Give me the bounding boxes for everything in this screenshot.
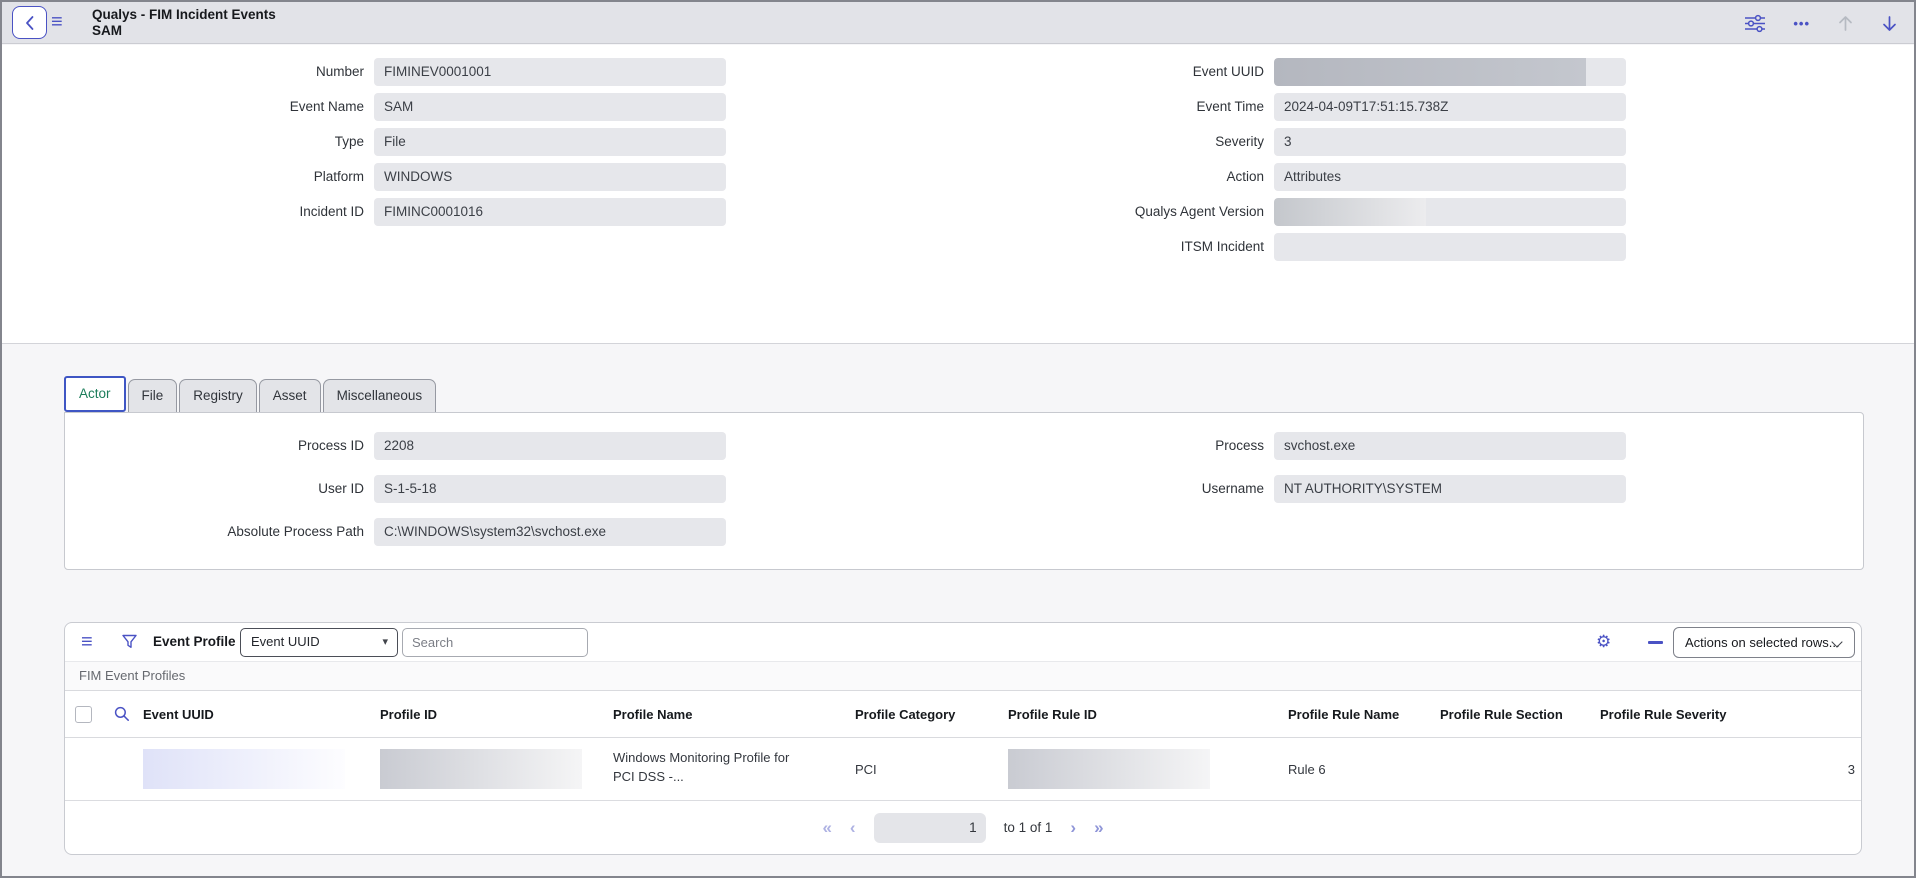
section-divider: [2, 343, 1914, 344]
field-label-event-time: Event Time: [1014, 93, 1264, 121]
list-caption: FIM Event Profiles: [65, 661, 1861, 691]
form-row-process: Process svchost.exe: [2, 432, 1914, 460]
field-label-action: Action: [1014, 163, 1264, 191]
field-value-severity[interactable]: 3: [1274, 128, 1626, 156]
list-toolbar: ≡ Event Profile Event UUID ▾ ⚙ Actions o…: [65, 623, 1861, 661]
tab-bar: Actor File Registry Asset Miscellaneous: [64, 376, 436, 412]
chevron-left-icon: [23, 14, 37, 32]
tab-miscellaneous[interactable]: Miscellaneous: [323, 379, 437, 412]
profile-name-cell: Windows Monitoring Profile for PCI DSS -…: [613, 748, 808, 786]
form-row-agent-version: Qualys Agent Version: [2, 198, 1914, 226]
profile-category-cell: PCI: [855, 738, 877, 801]
filter-icon[interactable]: [121, 633, 138, 655]
list-title: Event Profile: [153, 623, 236, 661]
column-header-profile-category[interactable]: Profile Category: [855, 691, 955, 738]
column-header-profile-name[interactable]: Profile Name: [613, 691, 692, 738]
page-number-input[interactable]: [874, 813, 986, 843]
actions-dropdown[interactable]: Actions on selected rows...: [1673, 627, 1855, 658]
field-value-itsm-incident[interactable]: [1274, 233, 1626, 261]
tab-registry[interactable]: Registry: [179, 379, 257, 412]
profile-rule-name-cell: Rule 6: [1288, 738, 1326, 801]
redaction-bar: [1274, 58, 1586, 86]
tab-asset[interactable]: Asset: [259, 379, 321, 412]
form-row-action: Action Attributes: [2, 163, 1914, 191]
related-list-card: ≡ Event Profile Event UUID ▾ ⚙ Actions o…: [64, 622, 1862, 855]
field-value-agent-version[interactable]: [1274, 198, 1626, 226]
form-row-itsm-incident: ITSM Incident: [2, 233, 1914, 261]
profile-rule-severity-cell: 3: [1600, 738, 1855, 801]
page-title-line2: SAM: [92, 23, 276, 39]
gear-icon[interactable]: ⚙: [1596, 623, 1611, 661]
table-row[interactable]: Windows Monitoring Profile for PCI DSS -…: [65, 738, 1861, 801]
next-page-icon[interactable]: ›: [1070, 813, 1076, 843]
previous-record-icon[interactable]: [1837, 14, 1854, 33]
column-header-profile-rule-section[interactable]: Profile Rule Section: [1440, 691, 1563, 738]
select-all-checkbox[interactable]: [75, 706, 92, 723]
field-value-event-time[interactable]: 2024-04-09T17:51:15.738Z: [1274, 93, 1626, 121]
column-header-profile-rule-severity[interactable]: Profile Rule Severity: [1600, 691, 1726, 738]
field-label-agent-version: Qualys Agent Version: [1014, 198, 1264, 226]
form-row-process-path: Absolute Process Path C:\WINDOWS\system3…: [2, 518, 1914, 546]
app-window: ≡ Qualys - FIM Incident Events SAM •••: [0, 0, 1916, 878]
column-header-event-uuid[interactable]: Event UUID: [143, 691, 214, 738]
field-value-action[interactable]: Attributes: [1274, 163, 1626, 191]
form-row-event-time: Event Time 2024-04-09T17:51:15.738Z: [2, 93, 1914, 121]
field-label-severity: Severity: [1014, 128, 1264, 156]
header-actions: •••: [1744, 2, 1898, 44]
page-title: Qualys - FIM Incident Events SAM: [92, 7, 276, 39]
redacted-profile-id-cell: [380, 749, 582, 789]
list-menu-icon[interactable]: ≡: [81, 626, 93, 658]
first-page-icon[interactable]: «: [822, 813, 831, 843]
search-field-value: Event UUID: [251, 634, 320, 649]
column-search-icon[interactable]: [113, 705, 131, 728]
table-header-row: Event UUID Profile ID Profile Name Profi…: [65, 691, 1861, 738]
field-value-process-path[interactable]: C:\WINDOWS\system32\svchost.exe: [374, 518, 726, 546]
pagination-range-text: to 1 of 1: [1004, 820, 1053, 835]
form-row-event-uuid: Event UUID: [2, 58, 1914, 86]
field-value-username[interactable]: NT AUTHORITY\SYSTEM: [1274, 475, 1626, 503]
back-button[interactable]: [12, 6, 47, 39]
previous-page-icon[interactable]: ‹: [850, 813, 856, 843]
tab-file[interactable]: File: [128, 379, 178, 412]
field-label-itsm-incident: ITSM Incident: [1014, 233, 1264, 261]
more-options-icon[interactable]: •••: [1793, 16, 1810, 31]
collapse-list-icon[interactable]: [1648, 641, 1663, 644]
next-record-icon[interactable]: [1881, 14, 1898, 33]
column-header-profile-rule-name[interactable]: Profile Rule Name: [1288, 691, 1399, 738]
field-label-username: Username: [1014, 475, 1264, 503]
list-search-input[interactable]: [402, 628, 588, 657]
tab-actor[interactable]: Actor: [64, 376, 126, 412]
field-label-event-uuid: Event UUID: [1014, 58, 1264, 86]
pagination-bar: « ‹ to 1 of 1 › »: [65, 801, 1861, 854]
header-bar: ≡ Qualys - FIM Incident Events SAM •••: [2, 2, 1914, 44]
field-value-process[interactable]: svchost.exe: [1274, 432, 1626, 460]
form-row-username: Username NT AUTHORITY\SYSTEM: [2, 475, 1914, 503]
redacted-profile-rule-id-cell: [1008, 749, 1210, 789]
column-header-profile-rule-id[interactable]: Profile Rule ID: [1008, 691, 1097, 738]
actions-dropdown-label: Actions on selected rows...: [1685, 635, 1840, 650]
page-title-line1: Qualys - FIM Incident Events: [92, 7, 276, 23]
caret-down-icon: ▾: [382, 629, 388, 655]
field-label-process: Process: [1014, 432, 1264, 460]
form-row-severity: Severity 3: [2, 128, 1914, 156]
column-header-profile-id[interactable]: Profile ID: [380, 691, 437, 738]
last-page-icon[interactable]: »: [1094, 813, 1103, 843]
sliders-icon[interactable]: [1744, 14, 1766, 33]
context-menu-icon[interactable]: ≡: [51, 9, 63, 35]
form-section: [2, 45, 1914, 343]
search-field-select[interactable]: Event UUID ▾: [240, 628, 398, 657]
redaction-bar: [1274, 198, 1426, 226]
redacted-event-uuid-cell: [143, 749, 345, 789]
field-label-process-path: Absolute Process Path: [114, 518, 364, 546]
field-value-event-uuid[interactable]: [1274, 58, 1626, 86]
